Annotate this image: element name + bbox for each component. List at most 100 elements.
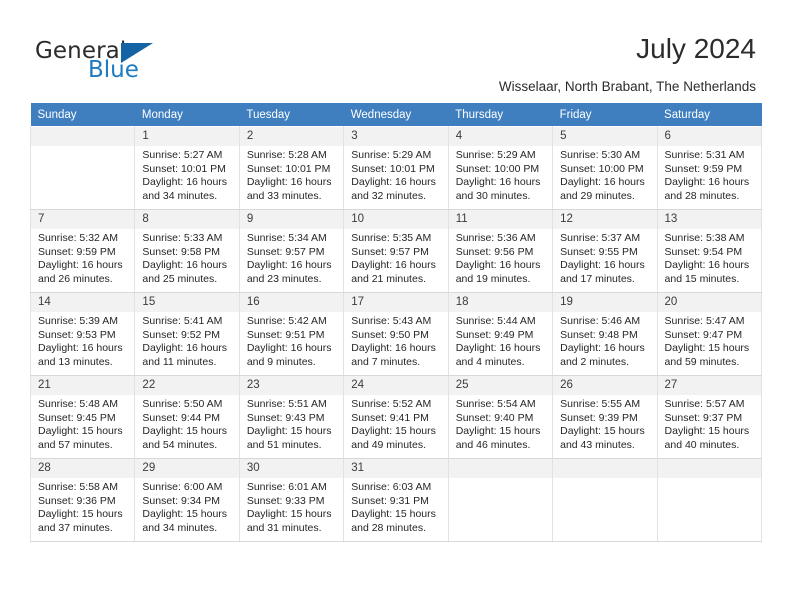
calendar-page: General Blue July 2024 Wisselaar, North …: [0, 0, 792, 612]
calendar-day-cell[interactable]: 21 Sunrise: 5:48 AM Sunset: 9:45 PM Dayligh…: [29, 375, 136, 459]
day-cell-inner: [448, 459, 553, 541]
sunrise-text: Sunrise: 5:54 AM: [455, 398, 536, 410]
day-sun-info: Sunrise: 5:54 AM Sunset: 9:40 PM Daylight:…: [449, 395, 552, 452]
calendar-day-cell[interactable]: 6 Sunrise: 5:31 AM Sunset: 9:59 PM Daylight…: [656, 126, 763, 210]
day-number: 13: [657, 210, 761, 229]
calendar-week-row: 1 Sunrise: 5:27 AM Sunset: 10:01 PM Dayligh…: [29, 126, 763, 210]
day-cell-inner: 29 Sunrise: 6:00 AM Sunset: 9:34 PM Dayligh…: [135, 459, 239, 541]
day-number: 18: [448, 293, 553, 312]
sunset-text: Sunset: 9:48 PM: [560, 328, 638, 341]
calendar-day-cell[interactable]: 11 Sunrise: 5:36 AM Sunset: 9:56 PM Dayligh…: [447, 209, 554, 293]
daylight-text: Daylight: 16 hours and 9 minutes.: [246, 342, 332, 368]
calendar-day-cell[interactable]: 13 Sunrise: 5:38 AM Sunset: 9:54 PM Dayligh…: [656, 209, 763, 293]
daylight-text: Daylight: 16 hours and 2 minutes.: [560, 342, 645, 368]
day-number: [31, 127, 135, 146]
sunset-text: Sunset: 10:01 PM: [246, 162, 331, 175]
day-cell-inner: 31 Sunrise: 6:03 AM Sunset: 9:31 PM Dayligh…: [344, 459, 448, 541]
day-number: 23: [239, 376, 344, 395]
daylight-text: Daylight: 15 hours and 54 minutes.: [142, 425, 228, 451]
day-cell-inner: 1 Sunrise: 5:27 AM Sunset: 10:01 PM Dayligh…: [135, 127, 239, 209]
weekday-header-row: Sunday Monday Tuesday Wednesday Thursday…: [30, 103, 762, 127]
day-sun-info: Sunrise: 5:57 AM Sunset: 9:37 PM Daylight:…: [658, 395, 761, 452]
day-cell-inner: 21 Sunrise: 5:48 AM Sunset: 9:45 PM Dayligh…: [31, 376, 135, 458]
sunrise-text: Sunrise: 5:34 AM: [246, 232, 327, 244]
calendar-day-cell[interactable]: 16 Sunrise: 5:42 AM Sunset: 9:51 PM Dayligh…: [238, 292, 345, 376]
sunset-text: Sunset: 9:50 PM: [351, 328, 429, 341]
sunrise-text: Sunrise: 5:57 AM: [664, 398, 745, 410]
day-cell-inner: 3 Sunrise: 5:29 AM Sunset: 10:01 PM Dayligh…: [344, 127, 448, 209]
general-blue-logo[interactable]: General Blue: [35, 38, 215, 86]
calendar-day-cell[interactable]: 17 Sunrise: 5:43 AM Sunset: 9:50 PM Dayligh…: [343, 292, 449, 376]
day-cell-inner: 12 Sunrise: 5:37 AM Sunset: 9:55 PM Dayligh…: [553, 210, 657, 292]
sunset-text: Sunset: 9:43 PM: [246, 411, 325, 424]
day-sun-info: Sunrise: 5:42 AM Sunset: 9:51 PM Daylight:…: [240, 312, 343, 369]
sunrise-text: Sunrise: 5:51 AM: [246, 398, 327, 410]
calendar-day-cell[interactable]: 19 Sunrise: 5:46 AM Sunset: 9:48 PM Dayligh…: [552, 292, 658, 376]
calendar-week-row: 21 Sunrise: 5:48 AM Sunset: 9:45 PM Dayligh…: [29, 375, 763, 459]
calendar-day-cell[interactable]: 23 Sunrise: 5:51 AM Sunset: 9:43 PM Dayligh…: [238, 375, 345, 459]
calendar-day-cell[interactable]: 28 Sunrise: 5:58 AM Sunset: 9:36 PM Dayligh…: [29, 458, 136, 542]
sunset-text: Sunset: 10:01 PM: [142, 162, 226, 175]
day-number: 9: [239, 210, 344, 229]
daylight-text: Daylight: 16 hours and 13 minutes.: [38, 342, 123, 368]
calendar-day-cell[interactable]: 5 Sunrise: 5:30 AM Sunset: 10:00 PM Dayligh…: [552, 126, 658, 210]
day-sun-info: Sunrise: 5:48 AM Sunset: 9:45 PM Daylight:…: [31, 395, 134, 452]
calendar-day-cell[interactable]: 12 Sunrise: 5:37 AM Sunset: 9:55 PM Dayligh…: [552, 209, 658, 293]
sunrise-text: Sunrise: 5:43 AM: [351, 315, 432, 327]
calendar-day-cell[interactable]: 31 Sunrise: 6:03 AM Sunset: 9:31 PM Dayligh…: [343, 458, 449, 542]
day-number: 31: [344, 459, 448, 478]
sunset-text: Sunset: 9:59 PM: [664, 162, 743, 175]
calendar-day-cell[interactable]: 29 Sunrise: 6:00 AM Sunset: 9:34 PM Dayligh…: [134, 458, 240, 542]
sunrise-text: Sunrise: 5:27 AM: [142, 149, 223, 161]
daylight-text: Daylight: 16 hours and 19 minutes.: [455, 259, 541, 285]
calendar-day-cell[interactable]: 24 Sunrise: 5:52 AM Sunset: 9:41 PM Dayligh…: [343, 375, 449, 459]
sunrise-text: Sunrise: 5:46 AM: [560, 315, 641, 327]
day-cell-inner: 11 Sunrise: 5:36 AM Sunset: 9:56 PM Dayligh…: [448, 210, 553, 292]
calendar-day-cell[interactable]: 1 Sunrise: 5:27 AM Sunset: 10:01 PM Dayligh…: [134, 126, 240, 210]
day-sun-info: Sunrise: 5:28 AM Sunset: 10:01 PM Daylight…: [240, 146, 343, 203]
sunrise-text: Sunrise: 5:52 AM: [351, 398, 432, 410]
sunset-text: Sunset: 9:58 PM: [142, 245, 221, 258]
calendar-day-cell[interactable]: 9 Sunrise: 5:34 AM Sunset: 9:57 PM Daylight…: [238, 209, 345, 293]
calendar-day-cell[interactable]: 25 Sunrise: 5:54 AM Sunset: 9:40 PM Dayligh…: [447, 375, 554, 459]
calendar-cell-empty: [656, 458, 763, 542]
day-number: 28: [31, 459, 135, 478]
calendar-day-cell[interactable]: 15 Sunrise: 5:41 AM Sunset: 9:52 PM Dayligh…: [134, 292, 240, 376]
day-sun-info: Sunrise: 5:50 AM Sunset: 9:44 PM Daylight:…: [135, 395, 238, 452]
calendar-day-cell[interactable]: 14 Sunrise: 5:39 AM Sunset: 9:53 PM Dayligh…: [29, 292, 136, 376]
calendar-day-cell[interactable]: 3 Sunrise: 5:29 AM Sunset: 10:01 PM Dayligh…: [343, 126, 449, 210]
day-number: 21: [31, 376, 135, 395]
calendar-week-row: 7 Sunrise: 5:32 AM Sunset: 9:59 PM Daylight…: [29, 209, 763, 293]
calendar-day-cell[interactable]: 22 Sunrise: 5:50 AM Sunset: 9:44 PM Dayligh…: [134, 375, 240, 459]
day-sun-info: Sunrise: 5:27 AM Sunset: 10:01 PM Daylight…: [135, 146, 238, 203]
day-cell-inner: 22 Sunrise: 5:50 AM Sunset: 9:44 PM Dayligh…: [135, 376, 239, 458]
sunrise-text: Sunrise: 5:50 AM: [142, 398, 223, 410]
calendar-day-cell[interactable]: 8 Sunrise: 5:33 AM Sunset: 9:58 PM Daylight…: [134, 209, 240, 293]
day-sun-info: Sunrise: 5:37 AM Sunset: 9:55 PM Daylight:…: [553, 229, 656, 286]
day-number: 16: [239, 293, 344, 312]
calendar-day-cell[interactable]: 4 Sunrise: 5:29 AM Sunset: 10:00 PM Dayligh…: [447, 126, 554, 210]
sunset-text: Sunset: 9:40 PM: [455, 411, 534, 424]
calendar-day-cell[interactable]: 30 Sunrise: 6:01 AM Sunset: 9:33 PM Dayligh…: [238, 458, 345, 542]
daylight-text: Daylight: 15 hours and 31 minutes.: [246, 508, 332, 534]
sunset-text: Sunset: 9:54 PM: [664, 245, 743, 258]
day-number: 14: [31, 293, 135, 312]
day-cell-inner: 13 Sunrise: 5:38 AM Sunset: 9:54 PM Dayligh…: [657, 210, 761, 292]
calendar-day-cell[interactable]: 7 Sunrise: 5:32 AM Sunset: 9:59 PM Daylight…: [29, 209, 136, 293]
calendar-cell-empty: [29, 126, 136, 210]
calendar-day-cell[interactable]: 27 Sunrise: 5:57 AM Sunset: 9:37 PM Dayligh…: [656, 375, 763, 459]
day-number: 30: [239, 459, 344, 478]
sunrise-text: Sunrise: 5:48 AM: [38, 398, 118, 410]
day-cell-inner: 19 Sunrise: 5:46 AM Sunset: 9:48 PM Dayligh…: [553, 293, 657, 375]
calendar-day-cell[interactable]: 20 Sunrise: 5:47 AM Sunset: 9:47 PM Dayligh…: [656, 292, 763, 376]
day-sun-info: Sunrise: 5:38 AM Sunset: 9:54 PM Daylight:…: [658, 229, 761, 286]
calendar-day-cell[interactable]: 2 Sunrise: 5:28 AM Sunset: 10:01 PM Dayligh…: [238, 126, 345, 210]
daylight-text: Daylight: 15 hours and 59 minutes.: [664, 342, 750, 368]
day-number: 29: [135, 459, 239, 478]
calendar-day-cell[interactable]: 10 Sunrise: 5:35 AM Sunset: 9:57 PM Dayligh…: [343, 209, 449, 293]
sunset-text: Sunset: 10:01 PM: [351, 162, 435, 175]
sunset-text: Sunset: 9:36 PM: [38, 494, 116, 507]
calendar-day-cell[interactable]: 18 Sunrise: 5:44 AM Sunset: 9:49 PM Dayligh…: [447, 292, 554, 376]
sunset-text: Sunset: 10:00 PM: [455, 162, 540, 175]
calendar-day-cell[interactable]: 26 Sunrise: 5:55 AM Sunset: 9:39 PM Dayligh…: [552, 375, 658, 459]
